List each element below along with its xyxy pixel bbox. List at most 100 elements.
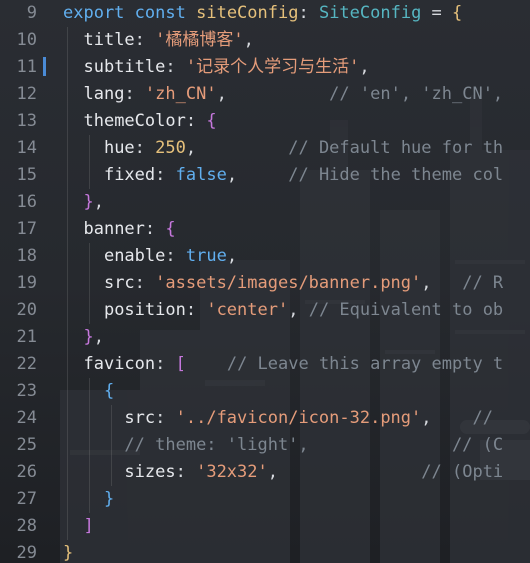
code-token: : bbox=[124, 84, 145, 104]
code-text[interactable]: } bbox=[63, 540, 73, 563]
code-token: enable bbox=[103, 246, 166, 266]
code-text[interactable]: favicon: [ // Leave this array empty t bbox=[63, 351, 503, 378]
code-text[interactable]: enable: true, bbox=[63, 243, 237, 270]
code-text[interactable]: lang: 'zh_CN', // 'en', 'zh_CN', bbox=[63, 81, 503, 108]
code-text[interactable]: // theme: 'light', // (C bbox=[63, 432, 503, 459]
code-text[interactable]: } bbox=[63, 486, 114, 513]
code-token: // Equivalent to ob bbox=[308, 300, 504, 320]
code-token: : bbox=[175, 462, 197, 482]
code-line[interactable]: 15 fixed: false, // Hide the theme col bbox=[0, 162, 530, 189]
code-line[interactable]: 27 } bbox=[0, 486, 530, 513]
code-token: , bbox=[359, 57, 370, 77]
code-line[interactable]: 16 }, bbox=[0, 189, 530, 216]
code-line[interactable]: 14 hue: 250, // Default hue for th bbox=[0, 135, 530, 162]
code-line[interactable]: 13 themeColor: { bbox=[0, 108, 530, 135]
line-number: 19 bbox=[16, 273, 37, 293]
code-token: // Default hue for th bbox=[288, 138, 504, 158]
code-text[interactable]: position: 'center', // Equivalent to ob bbox=[63, 297, 503, 324]
code-token: : bbox=[165, 246, 186, 266]
code-token: export bbox=[63, 3, 125, 23]
line-number: 27 bbox=[16, 489, 37, 509]
code-line[interactable]: 20 position: 'center', // Equivalent to … bbox=[0, 297, 530, 324]
code-token: src bbox=[124, 408, 156, 428]
code-text[interactable]: export const siteConfig: SiteConfig = { bbox=[63, 0, 462, 27]
code-text[interactable]: }, bbox=[63, 324, 104, 351]
code-line[interactable]: 25 // theme: 'light', // (C bbox=[0, 432, 530, 459]
code-line[interactable]: 11 subtitle: '记录个人学习与生活', bbox=[0, 54, 530, 81]
line-number: 15 bbox=[16, 165, 37, 185]
code-token: // bbox=[472, 408, 493, 428]
line-number: 21 bbox=[16, 327, 37, 347]
code-text[interactable]: ] bbox=[63, 513, 93, 540]
code-line[interactable]: 10 title: '橘橘博客', bbox=[0, 27, 530, 54]
code-text[interactable]: title: '橘橘博客', bbox=[63, 27, 253, 54]
code-text[interactable]: src: 'assets/images/banner.png', // R bbox=[63, 270, 503, 297]
code-text[interactable]: hue: 250, // Default hue for th bbox=[63, 135, 503, 162]
code-line[interactable]: 12 lang: 'zh_CN', // 'en', 'zh_CN', bbox=[0, 81, 530, 108]
code-editor[interactable]: 9 export const siteConfig: SiteConfig = {… bbox=[0, 0, 530, 563]
code-token: position bbox=[103, 300, 186, 320]
code-token: const bbox=[134, 3, 186, 23]
code-line[interactable]: 28 ] bbox=[0, 513, 530, 540]
code-token: , bbox=[226, 246, 238, 266]
code-token: : bbox=[134, 138, 156, 158]
code-token: title bbox=[83, 30, 135, 50]
code-line[interactable]: 29} bbox=[0, 540, 530, 563]
code-token: subtitle bbox=[83, 57, 166, 77]
code-token: '记录个人学习与生活' bbox=[185, 57, 360, 77]
code-text[interactable]: sizes: '32x32', // (Opti bbox=[63, 459, 503, 486]
code-line[interactable]: 19 src: 'assets/images/banner.png', // R bbox=[0, 270, 530, 297]
code-line[interactable]: 17 banner: { bbox=[0, 216, 530, 243]
code-token: , bbox=[93, 192, 104, 212]
code-line[interactable]: 24 src: '../favicon/icon-32.png', // bbox=[0, 405, 530, 432]
code-token: lang bbox=[83, 84, 125, 104]
line-number: 24 bbox=[16, 408, 37, 428]
code-token: true bbox=[185, 246, 227, 266]
code-token: , bbox=[93, 327, 104, 347]
code-text[interactable]: subtitle: '记录个人学习与生活', bbox=[63, 54, 370, 81]
code-text[interactable]: fixed: false, // Hide the theme col bbox=[63, 162, 503, 189]
code-token: , bbox=[421, 408, 473, 428]
code-line[interactable]: 9 export const siteConfig: SiteConfig = { bbox=[0, 0, 530, 27]
code-line[interactable]: 23 { bbox=[0, 378, 530, 405]
code-text[interactable]: themeColor: { bbox=[63, 108, 216, 135]
code-line[interactable]: 26 sizes: '32x32', // (Opti bbox=[0, 459, 530, 486]
code-token: } bbox=[83, 192, 94, 212]
code-token: { bbox=[452, 3, 463, 23]
code-token: sizes bbox=[124, 462, 176, 482]
code-line[interactable]: 22 favicon: [ // Leave this array empty … bbox=[0, 351, 530, 378]
code-token: } bbox=[103, 489, 115, 509]
code-token: '32x32' bbox=[196, 462, 268, 482]
code-token: : bbox=[134, 273, 156, 293]
line-number: 14 bbox=[16, 138, 37, 158]
code-text[interactable]: banner: { bbox=[63, 216, 175, 243]
code-token: // theme: 'light', // (C bbox=[124, 435, 504, 455]
code-token: // R bbox=[462, 273, 504, 293]
code-token: // (Opti bbox=[421, 462, 504, 482]
code-text[interactable]: src: '../favicon/icon-32.png', // bbox=[63, 405, 493, 432]
code-line[interactable]: 18 enable: true, bbox=[0, 243, 530, 270]
line-number: 17 bbox=[16, 219, 37, 239]
code-token: : bbox=[298, 3, 319, 23]
code-token: [ bbox=[175, 354, 186, 374]
line-number: 23 bbox=[16, 381, 37, 401]
line-number: 20 bbox=[16, 300, 37, 320]
line-number: 26 bbox=[16, 462, 37, 482]
code-token: // Hide the theme col bbox=[288, 165, 504, 185]
code-text[interactable]: }, bbox=[63, 189, 104, 216]
code-line[interactable]: 21 }, bbox=[0, 324, 530, 351]
line-number: 13 bbox=[16, 111, 37, 131]
code-token: : bbox=[165, 57, 186, 77]
code-text[interactable]: { bbox=[63, 378, 114, 405]
code-token: 'zh_CN' bbox=[144, 84, 217, 104]
code-token: , bbox=[226, 165, 289, 185]
